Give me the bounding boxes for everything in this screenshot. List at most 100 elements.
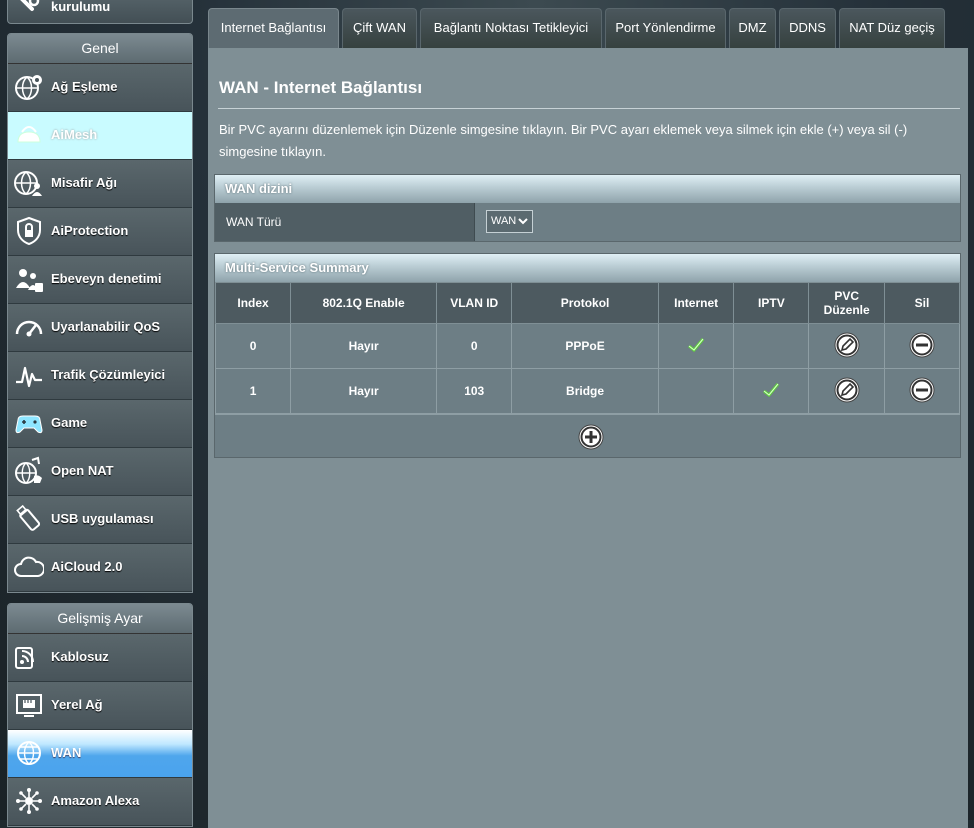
column-header: Sil (884, 282, 960, 324)
multi-service-summary-header: Multi-Service Summary (215, 254, 960, 282)
sidebar-top-stub-label: kurulumu (51, 0, 111, 14)
sidebar-group-general-title: Genel (8, 34, 192, 64)
add-circle-icon[interactable] (577, 423, 605, 456)
cell-iptv (733, 368, 810, 414)
sidebar-item-label: USB uygulaması (51, 511, 154, 526)
sidebar-item-wireless[interactable]: Kablosuz (8, 634, 192, 682)
cloud-icon (14, 552, 46, 582)
wan-type-label: WAN Türü (215, 203, 475, 241)
cell-vlan-id: 103 (436, 368, 513, 414)
cell-pvc-edit (808, 368, 886, 414)
sidebar-item-aimesh[interactable]: AiMesh (8, 112, 192, 160)
cell-8021q-enable: Hayır (290, 323, 438, 369)
guest-network-icon (14, 168, 44, 198)
sidebar-item-adaptive-qos[interactable]: Uyarlanabilir QoS (8, 304, 192, 352)
table-row: 1 Hayır 103 Bridge (214, 368, 960, 414)
sidebar-item-lan[interactable]: Yerel Ağ (8, 682, 192, 730)
main-content: WAN - Internet Bağlantısı Bir PVC ayarın… (208, 48, 968, 828)
sidebar-item-label: Yerel Ağ (51, 697, 103, 712)
title-divider (218, 108, 960, 109)
sidebar-item-traffic-analyzer[interactable]: Trafik Çözümleyici (8, 352, 192, 400)
usb-icon (14, 504, 44, 534)
tab-internet-connection[interactable]: Internet Bağlantısı (208, 8, 339, 48)
alexa-icon (14, 786, 44, 816)
cell-delete (884, 368, 960, 414)
network-map-icon (14, 72, 44, 102)
sidebar-item-label: Trafik Çözümleyici (51, 367, 166, 382)
wan-type-row: WAN Türü WAN (215, 203, 960, 241)
cell-8021q-enable: Hayır (290, 368, 438, 414)
sidebar-top-stub[interactable]: kurulumu (7, 0, 193, 24)
sidebar-item-label: Open NAT (51, 463, 114, 478)
remove-circle-icon[interactable] (908, 377, 936, 407)
column-header: 802.1Q Enable (290, 282, 438, 324)
check-icon (687, 337, 705, 356)
sidebar-item-amazon-alexa[interactable]: Amazon Alexa (8, 778, 192, 826)
cell-vlan-id: 0 (436, 323, 513, 369)
wan-index-panel: WAN dizini WAN Türü WAN (214, 174, 961, 242)
sidebar-item-label: Game (51, 415, 88, 430)
multi-service-table: Index 802.1Q Enable VLAN ID Protokol Int… (214, 282, 960, 414)
sidebar-group-advanced-title: Gelişmiş Ayar (8, 604, 192, 634)
column-header: Internet (657, 282, 735, 324)
edit-pencil-icon[interactable] (833, 377, 861, 407)
column-header: Index (214, 282, 292, 324)
cell-internet (657, 323, 735, 369)
chevron-down-icon (517, 214, 529, 236)
tab-dmz[interactable]: DMZ (729, 8, 776, 48)
column-header: IPTV (733, 282, 810, 324)
column-header: PVC Düzenle (808, 282, 886, 324)
parental-control-icon (14, 264, 44, 294)
sidebar-group-advanced: Gelişmiş Ayar Kablosuz Yerel Ağ WAN Amaz… (7, 603, 193, 827)
add-pvc-row (215, 414, 960, 457)
page-description: Bir PVC ayarını düzenlemek için Düzenle … (219, 122, 908, 159)
sidebar-item-label: WAN (51, 745, 82, 760)
sidebar-item-network-map[interactable]: Ağ Eşleme (8, 64, 192, 112)
sidebar-item-label: Kablosuz (51, 649, 109, 664)
remove-circle-icon[interactable] (908, 332, 936, 362)
sidebar-group-general: Genel Ağ Eşleme AiMesh Misafir Ağı AiPro… (7, 33, 193, 593)
page-title: WAN - Internet Bağlantısı (219, 78, 423, 97)
sidebar-item-label: AiMesh (51, 127, 98, 142)
tab-dual-wan[interactable]: Çift WAN (342, 8, 417, 48)
cell-protocol: PPPoE (511, 323, 659, 369)
cell-index: 0 (214, 323, 292, 369)
sidebar-item-guest-network[interactable]: Misafir Ağı (8, 160, 192, 208)
speedometer-icon (14, 312, 44, 342)
cell-index: 1 (214, 368, 292, 414)
globe-icon (14, 738, 44, 768)
multi-service-summary-panel: Multi-Service Summary Index 802.1Q Enabl… (214, 253, 961, 458)
sidebar-item-label: Uyarlanabilir QoS (51, 319, 161, 334)
wan-type-select[interactable]: WAN (486, 210, 533, 233)
tab-port-forwarding[interactable]: Port Yönlendirme (605, 8, 726, 48)
traffic-analyzer-icon (14, 360, 44, 390)
sidebar-item-label: Ebeveyn denetimi (51, 271, 162, 286)
lan-icon (14, 690, 44, 720)
tab-port-trigger[interactable]: Bağlantı Noktası Tetikleyici (420, 8, 602, 48)
tab-ddns[interactable]: DDNS (779, 8, 836, 48)
sidebar-item-parental-control[interactable]: Ebeveyn denetimi (8, 256, 192, 304)
wrench-icon (14, 0, 44, 20)
table-row: 0 Hayır 0 PPPoE (214, 323, 960, 369)
cell-internet (657, 368, 735, 414)
column-header: VLAN ID (436, 282, 513, 324)
sidebar-item-aicloud[interactable]: AiCloud 2.0 (8, 544, 192, 592)
cell-pvc-edit (808, 323, 886, 369)
tab-nat-passthrough[interactable]: NAT Düz geçiş (839, 8, 945, 48)
sidebar-item-game[interactable]: Game (8, 400, 192, 448)
wan-index-panel-header: WAN dizini (215, 175, 960, 203)
sidebar-item-label: Amazon Alexa (51, 793, 140, 808)
column-header: Protokol (511, 282, 659, 324)
shield-icon (14, 216, 44, 246)
sidebar-item-open-nat[interactable]: Open NAT (8, 448, 192, 496)
sidebar-item-wan[interactable]: WAN (8, 730, 192, 778)
mesh-icon (14, 120, 44, 150)
cell-protocol: Bridge (511, 368, 659, 414)
wan-type-select-value: WAN (491, 215, 517, 227)
edit-pencil-icon[interactable] (833, 332, 861, 362)
sidebar-item-usb-application[interactable]: USB uygulaması (8, 496, 192, 544)
open-nat-icon (14, 456, 44, 486)
cell-delete (884, 323, 960, 369)
sidebar-item-aiprotection[interactable]: AiProtection (8, 208, 192, 256)
check-icon (762, 382, 780, 401)
